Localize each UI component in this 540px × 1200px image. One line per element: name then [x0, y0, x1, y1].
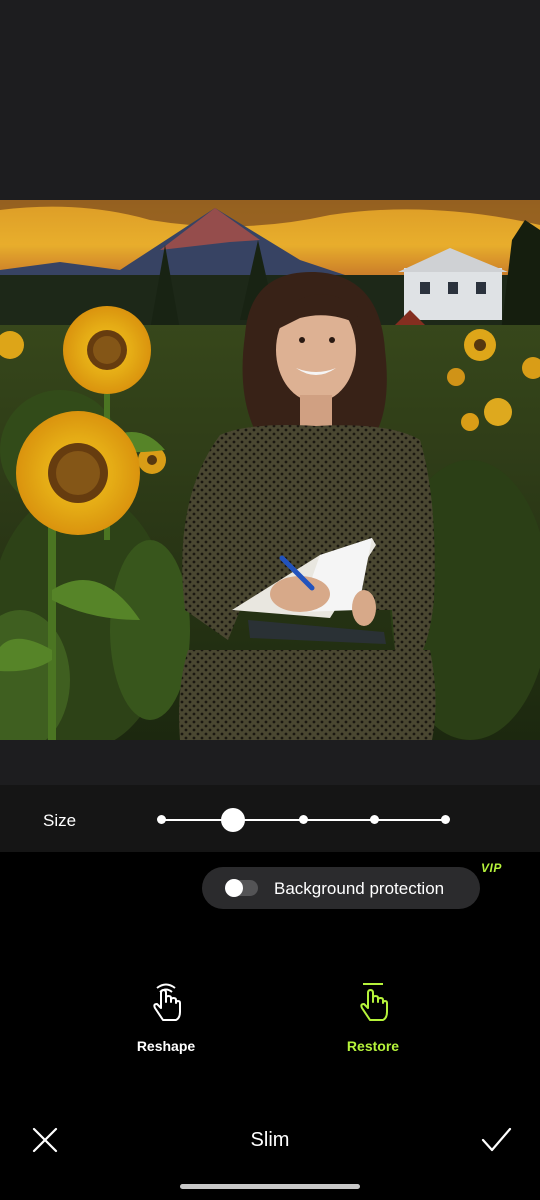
hand-reshape-icon	[153, 983, 181, 1021]
background-protection-label: Background protection	[274, 879, 445, 898]
photo-canvas[interactable]	[0, 200, 540, 740]
toggle-knob	[225, 879, 243, 897]
size-slider-thumb[interactable]	[221, 808, 245, 832]
size-slider-stop[interactable]	[441, 815, 450, 824]
hand-restore-icon	[360, 983, 388, 1021]
photo-image	[0, 200, 540, 740]
canvas-area	[0, 0, 540, 785]
vip-badge: VIP	[481, 861, 502, 875]
size-slider-stop[interactable]	[370, 815, 379, 824]
reshape-label: Reshape	[136, 1038, 196, 1054]
photo-editor-screen: Size Background protection VIP Reshape R…	[0, 0, 540, 1200]
home-indicator	[180, 1184, 360, 1189]
size-slider-stop[interactable]	[299, 815, 308, 824]
restore-tool-button[interactable]: Restore	[318, 980, 428, 1054]
size-slider-stop[interactable]	[157, 815, 166, 824]
restore-label: Restore	[346, 1038, 400, 1054]
size-label: Size	[43, 811, 77, 830]
reshape-tool-button[interactable]: Reshape	[111, 980, 221, 1054]
screen-title: Slim	[250, 1129, 290, 1151]
check-icon[interactable]	[480, 1125, 512, 1155]
